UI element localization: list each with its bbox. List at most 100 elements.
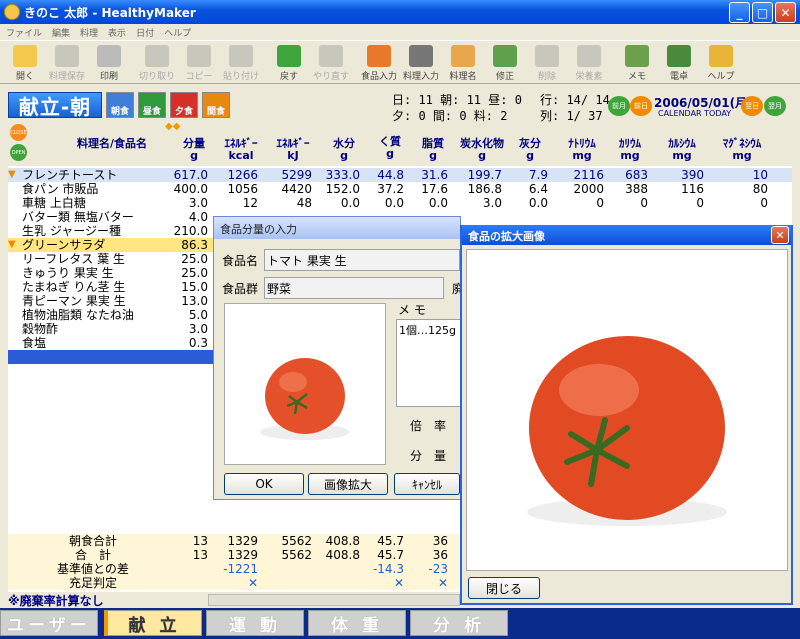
column-header[interactable]: ｶﾙｼｳﾑ mg: [656, 138, 708, 162]
row-name: グリーンサラダ: [22, 238, 106, 252]
toolbar-paste-button[interactable]: 貼り付け: [220, 41, 262, 85]
cell-value: 683: [625, 168, 648, 182]
zoom-window-title: 食品の拡大画像 ✕: [462, 225, 791, 245]
toolbar-memo-button[interactable]: メモ: [616, 41, 658, 85]
toolbar-scissors-button[interactable]: 切り取り: [136, 41, 178, 85]
cancel-button[interactable]: ｷｬﾝｾﾙ: [394, 473, 460, 495]
totals-label: 朝食合計: [68, 534, 117, 548]
cell-value: 17.6: [421, 182, 448, 196]
toolbar-scale-button[interactable]: 栄養素: [568, 41, 610, 85]
dish-row[interactable]: ▼ フレンチトースト 617.0 1266 5299 333.0 44.8 31.6 199.7…: [8, 168, 792, 182]
menu-item[interactable]: 表示: [108, 26, 126, 39]
ok-button[interactable]: OK: [224, 473, 304, 495]
toolbar-label: 電卓: [669, 72, 688, 82]
zoom-close-icon[interactable]: ✕: [771, 226, 789, 244]
calendar-button[interactable]: CALENDAR TODAY: [658, 109, 731, 118]
cell-value: 0.0: [528, 196, 548, 210]
cell-value: 13.0: [181, 294, 208, 308]
breakfast-button[interactable]: 朝食: [106, 92, 134, 118]
redo-icon: [319, 45, 343, 67]
cell-value: 80: [752, 182, 768, 196]
column-header[interactable]: ｴﾈﾙｷﾞｰ kJ: [270, 138, 316, 162]
tab-menu[interactable]: 献 立: [104, 610, 202, 636]
column-header[interactable]: ﾏｸﾞﾈｼｳﾑ mg: [712, 138, 772, 162]
memo-field[interactable]: 1個…125g: [396, 319, 462, 407]
lunch-button[interactable]: 昼食: [138, 92, 166, 118]
row-name: 食塩: [22, 336, 47, 350]
toolbar-help-button[interactable]: ヘルプ: [700, 41, 742, 85]
column-header[interactable]: 料理名/食品名: [52, 138, 172, 150]
totals-value: -23: [428, 562, 448, 576]
today-button[interactable]: TODAY: [704, 109, 731, 118]
counts-line-1: 日: 11 朝: 11 昼: 0: [392, 93, 522, 107]
toolbar-trash-button[interactable]: 削除: [526, 41, 568, 85]
horizontal-scrollbar[interactable]: [208, 594, 460, 606]
expand-all-button[interactable]: OPEN: [10, 144, 27, 161]
column-header[interactable]: 水分 g: [324, 138, 364, 162]
expand-arrow-icon[interactable]: ▼: [8, 168, 16, 182]
column-header[interactable]: ｶﾘｳﾑ mg: [608, 138, 652, 162]
toolbar-save-button[interactable]: 料理保存: [46, 41, 88, 85]
menu-item[interactable]: 日付: [136, 26, 154, 39]
prev-month-button[interactable]: 前月: [608, 96, 630, 116]
menu-item[interactable]: ヘルプ: [164, 26, 191, 39]
cell-value: 0.0: [428, 196, 448, 210]
column-header[interactable]: 灰分 g: [508, 138, 552, 162]
cell-value: 12: [242, 196, 258, 210]
column-header[interactable]: 分量 g: [176, 138, 212, 162]
toolbar-edit-button[interactable]: 修正: [484, 41, 526, 85]
grid-header: 料理名/食品名 分量g ｴﾈﾙｷﾞｰkcal ｴﾈﾙｷﾞｰkJ 水分g たんぱく質g脂質g…: [8, 134, 792, 166]
toolbar-label: メモ: [627, 72, 646, 82]
toolbar-folder-button[interactable]: 開く: [4, 41, 46, 85]
menu-item[interactable]: 料理: [80, 26, 98, 39]
main-tabs: ユーザー 献 立 運 動 体 重 分 析: [0, 608, 800, 639]
column-header[interactable]: たんぱく質g: [372, 134, 408, 160]
zoom-close-button[interactable]: 閉じる: [468, 577, 540, 599]
totals-value: 36: [432, 534, 448, 548]
next-day-button[interactable]: 翌日: [741, 96, 763, 116]
row-name: 車糖 上白糖: [22, 196, 86, 210]
column-unit: kcal: [228, 149, 254, 162]
dinner-button[interactable]: 夕食: [170, 92, 198, 118]
toolbar-undo-button[interactable]: 戻す: [268, 41, 310, 85]
maximize-button[interactable]: □: [752, 2, 773, 23]
tab-analysis[interactable]: 分 析: [410, 610, 508, 636]
app-icon: [4, 4, 20, 20]
menu-item[interactable]: ファイル: [6, 26, 42, 39]
close-button[interactable]: ✕: [775, 2, 796, 23]
food-row[interactable]: 食パン 市販品 400.0 1056 4420 152.0 37.2 17.6 186.8 6.…: [8, 182, 792, 196]
menu-item[interactable]: 編集: [52, 26, 70, 39]
carrot-icon: [367, 45, 391, 67]
column-header[interactable]: 炭水化物 g: [458, 138, 506, 162]
column-header[interactable]: ｴﾈﾙｷﾞｰ kcal: [220, 138, 262, 162]
column-header[interactable]: ﾅﾄﾘｳﾑ mg: [556, 138, 608, 162]
toolbar-label: 料理保存: [48, 72, 85, 82]
width-arrow-icon: ◆◆: [165, 121, 181, 132]
toolbar-copy-button[interactable]: コピー: [178, 41, 220, 85]
minimize-button[interactable]: _: [729, 2, 750, 23]
row-name: きゅうり 果実 生: [22, 266, 114, 280]
toolbar-carrot-button[interactable]: 食品入力: [358, 41, 400, 85]
column-unit: mg: [572, 149, 592, 162]
counts-panel: 日: 11 朝: 11 昼: 0 夕: 0 間: 0 料: 2: [392, 92, 522, 124]
toolbar-redo-button[interactable]: やり直す: [310, 41, 352, 85]
collapse-all-button[interactable]: CLOSE: [10, 124, 27, 141]
image-zoom-button[interactable]: 画像拡大: [308, 473, 388, 495]
column-name: 料理名/食品名: [76, 137, 148, 150]
tab-exercise[interactable]: 運 動: [206, 610, 304, 636]
next-month-button[interactable]: 翌月: [764, 96, 786, 116]
toolbar-fork-knife-button[interactable]: 料理入力: [400, 41, 442, 85]
tab-weight[interactable]: 体 重: [308, 610, 406, 636]
prev-day-button[interactable]: 前日: [630, 96, 652, 116]
expand-arrow-icon[interactable]: ▼: [8, 238, 16, 252]
toolbar-printer-button[interactable]: 印刷: [88, 41, 130, 85]
food-row[interactable]: 車糖 上白糖 3.0 12 48 0.0 0.0 0.0 3.0 0.0 0 0 0 0: [8, 196, 792, 210]
toolbar-calculator-button[interactable]: 電卓: [658, 41, 700, 85]
cell-value: 0: [696, 196, 704, 210]
column-header[interactable]: 脂質 g: [414, 138, 452, 162]
tab-user[interactable]: ユーザー: [0, 610, 98, 636]
scale-icon: [577, 45, 601, 67]
toolbar-label: 削除: [537, 72, 556, 82]
toolbar-cook-button[interactable]: 料理名: [442, 41, 484, 85]
snack-button[interactable]: 間食: [202, 92, 230, 118]
